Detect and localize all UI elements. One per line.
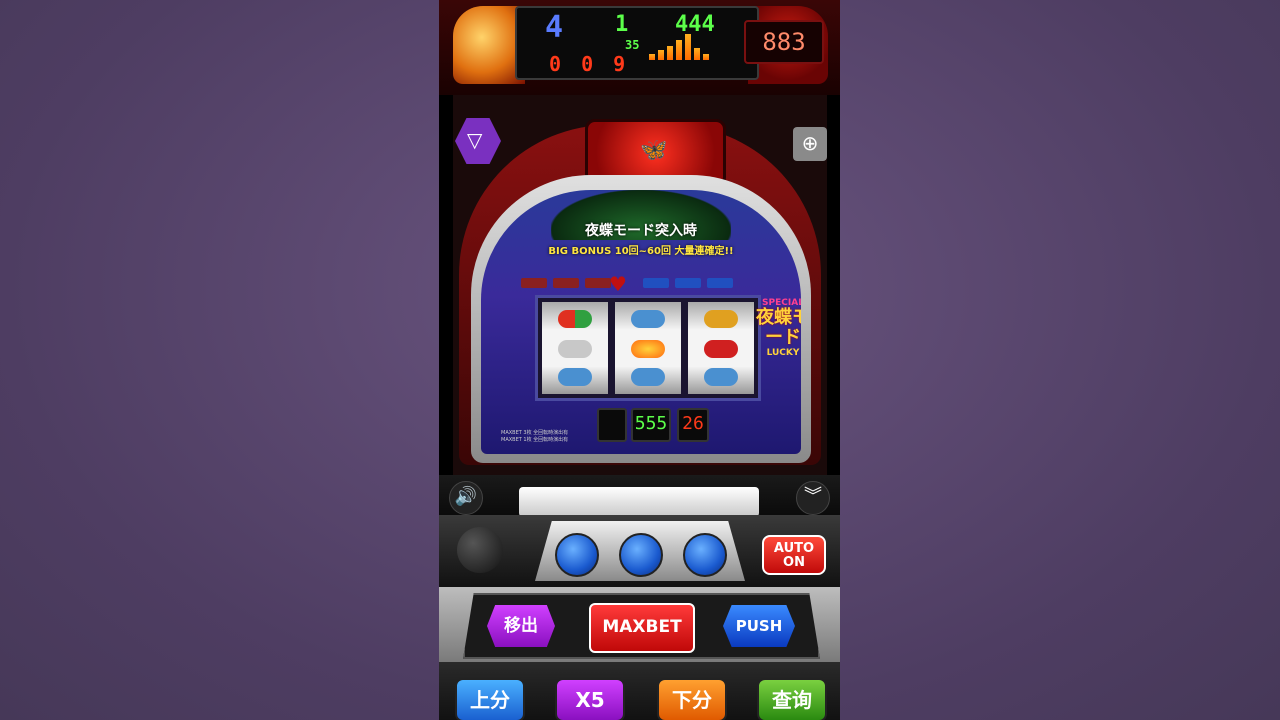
banner-title: 夜蝶モード突入時 [585, 223, 697, 239]
banner-subtitle: BIG BONUS 10回~60回 大量連確定!! [548, 246, 734, 257]
credit-up-button[interactable]: 上分 [455, 678, 525, 720]
speaker-icon: 🔊 [454, 486, 478, 507]
reel-symbol [558, 310, 592, 328]
bet-lamp-row [521, 278, 733, 288]
special-main-text: 夜蝶モード [756, 307, 801, 348]
segment-big-digit: 4 [545, 10, 564, 45]
zoom-button[interactable]: ⊕ [793, 127, 827, 161]
reel-symbol [704, 368, 738, 386]
x5-button[interactable]: X5 [555, 678, 625, 720]
push-button[interactable]: PUSH [723, 605, 795, 647]
stop-button-right[interactable] [683, 533, 727, 577]
reel-symbol [704, 340, 738, 358]
coin-tray [519, 487, 759, 517]
auto-on-button[interactable]: AUTO ON [762, 535, 826, 575]
data-counter-board: 4 1 444 35 0 0 9 [515, 6, 759, 80]
reel-symbol [631, 310, 665, 328]
heart-icon: ♥ [609, 272, 627, 296]
credit-counter: 883 [744, 20, 824, 64]
page-background: 4 1 444 35 0 0 9 883 🦋 夜蝶モード突入時 BIG BONU… [0, 0, 1280, 720]
maxbet-note-line: MAXBET 1枚 全回転時演出有 [501, 437, 569, 443]
segment-digits-row: 0 0 9 [549, 52, 630, 76]
maxbet-note-line: MAXBET 3枚 全回転時演出有 [501, 430, 569, 436]
lcd-payout: 555 [631, 408, 671, 442]
slot-cabinet: 🦋 夜蝶モード突入時 BIG BONUS 10回~60回 大量連確定!! ♥ S… [453, 95, 827, 475]
lcd-blank [597, 408, 627, 442]
reel-right [688, 302, 754, 394]
stop-button-left[interactable] [555, 533, 599, 577]
reel-left [542, 302, 608, 394]
butterfly-symbol [631, 340, 665, 358]
query-button[interactable]: 查询 [757, 678, 827, 720]
game-viewport: 4 1 444 35 0 0 9 883 🦋 夜蝶モード突入時 BIG BONU… [439, 0, 840, 720]
butterfly-icon: 🦋 [640, 138, 668, 163]
credit-row: 上分 X5 下分 查询 [439, 662, 840, 720]
reels-window [535, 295, 761, 401]
triangle-down-icon: ▽ [467, 128, 483, 152]
bet-row: 移出 MAXBET PUSH [439, 587, 840, 662]
reel-center [615, 302, 681, 394]
control-bar: 🔊 ︾ [439, 475, 840, 517]
reel-symbol [631, 368, 665, 386]
collapse-button[interactable]: ︾ [796, 481, 830, 515]
credit-down-button[interactable]: 下分 [657, 678, 727, 720]
segment-digit-mid: 35 [625, 38, 640, 52]
maxbet-button[interactable]: MAXBET [589, 603, 695, 653]
top-display: 4 1 444 35 0 0 9 883 [439, 0, 840, 95]
move-out-button[interactable]: 移出 [487, 605, 555, 647]
reel-symbol [558, 368, 592, 386]
reel-panel: 夜蝶モード突入時 BIG BONUS 10回~60回 大量連確定!! ♥ SPE… [481, 190, 801, 454]
button-deck: AUTO ON [439, 515, 840, 587]
double-chevron-down-icon: ︾ [804, 486, 822, 507]
reel-symbol [558, 340, 592, 358]
maxbet-note: MAXBET 3枚 全回転時演出有 MAXBET 1枚 全回転時演出有 [501, 430, 568, 444]
lever-knob[interactable] [457, 527, 503, 573]
special-bottom-text: LUCKY [766, 348, 800, 358]
lcd-credit: 26 [677, 408, 709, 442]
special-mode-badge: SPECIAL 夜蝶モード LUCKY [753, 298, 801, 394]
stop-button-center[interactable] [619, 533, 663, 577]
sound-button[interactable]: 🔊 [449, 481, 483, 515]
reel-symbol [704, 310, 738, 328]
zoom-in-icon: ⊕ [801, 131, 819, 155]
graph-bars [649, 34, 709, 60]
segment-digit-a: 1 [615, 12, 629, 37]
